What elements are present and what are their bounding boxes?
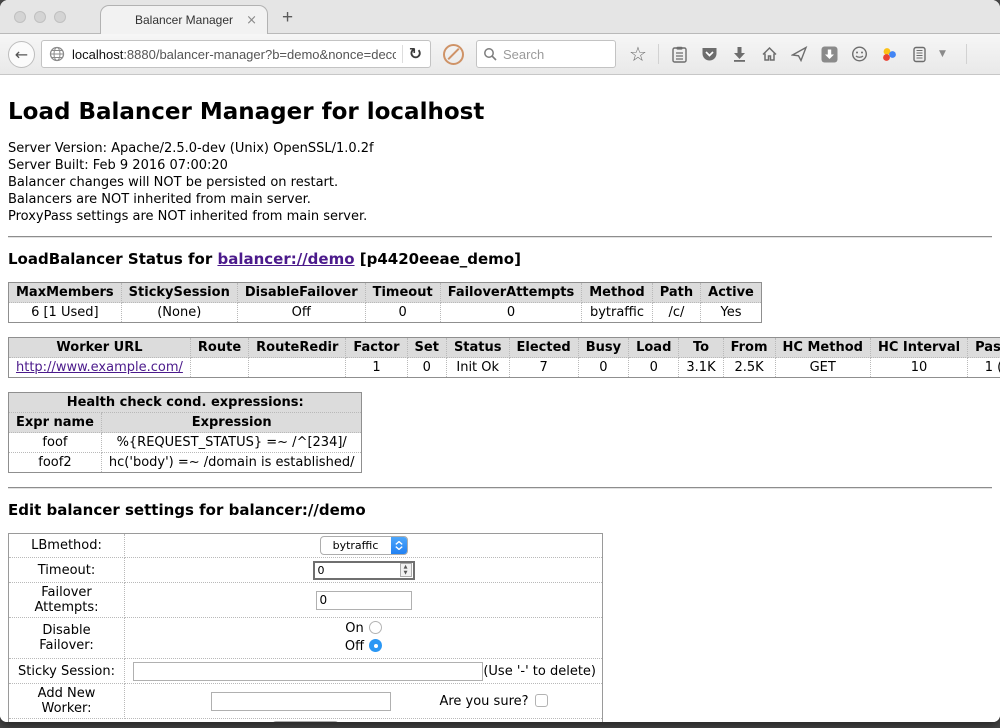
persist-note-line: Balancer changes will NOT be persisted o… <box>8 174 992 191</box>
forum-smiley-icon[interactable] <box>849 44 869 64</box>
downloads-icon[interactable] <box>729 44 749 64</box>
radio-off[interactable] <box>369 639 382 652</box>
lbmethod-row: LBmethod: bytraffic <box>9 534 603 558</box>
menu-icon[interactable] <box>977 44 995 64</box>
sticky-session-row: Sticky Session: (Use '-' to delete) <box>9 659 603 684</box>
content-blocker-icon[interactable] <box>443 44 464 65</box>
url-host: localhost <box>72 47 123 62</box>
sticky-session-hint: (Use '-' to delete) <box>483 664 596 679</box>
search-input[interactable] <box>503 47 603 62</box>
divider <box>8 236 992 238</box>
server-built-line: Server Built: Feb 9 2016 07:00:20 <box>8 157 992 174</box>
add-worker-row: Add New Worker: Are you sure? <box>9 684 603 719</box>
bookmark-star-icon[interactable]: ☆ <box>628 44 648 64</box>
page-title: Load Balancer Manager for localhost <box>8 75 992 125</box>
tab-close-icon[interactable]: × <box>246 14 257 27</box>
overflow-caret-icon[interactable]: ▼ <box>939 49 946 59</box>
session-manager-icon[interactable] <box>909 44 929 64</box>
radio-on[interactable] <box>369 621 382 634</box>
server-version-line: Server Version: Apache/2.5.0-dev (Unix) … <box>8 140 992 157</box>
site-identity-globe-icon[interactable] <box>49 46 65 62</box>
status-heading: LoadBalancer Status for balancer://demo … <box>8 250 992 268</box>
sticky-session-input[interactable] <box>133 662 483 681</box>
navigation-toolbar: ← localhost:8880/balancer-manager?b=demo… <box>0 34 1000 75</box>
pocket-icon[interactable] <box>699 44 719 64</box>
lbmethod-select[interactable]: bytraffic <box>320 536 408 555</box>
reload-button[interactable]: ↻ <box>409 46 422 62</box>
url-bar[interactable]: localhost:8880/balancer-manager?b=demo&n… <box>41 40 431 68</box>
tab-title: Balancer Manager <box>135 13 233 27</box>
add-worker-label: Add New Worker: <box>9 684 125 719</box>
balancer-status-table: MaxMembers StickySession DisableFailover… <box>8 282 762 323</box>
sticky-session-label: Sticky Session: <box>9 659 125 684</box>
home-icon[interactable] <box>759 44 779 64</box>
back-button[interactable]: ← <box>8 41 35 68</box>
balancer-demo-link[interactable]: balancer://demo <box>217 250 354 268</box>
table-header-row: Expr name Expression <box>9 413 362 433</box>
lbmethod-label: LBmethod: <box>9 534 125 558</box>
search-icon <box>483 47 497 61</box>
reading-list-icon[interactable] <box>669 44 689 64</box>
disable-failover-row: Disable Failover: On Off <box>9 618 603 659</box>
colored-dots-extension-icon[interactable] <box>879 44 899 64</box>
search-bar[interactable] <box>476 40 616 68</box>
are-you-sure-checkbox[interactable] <box>535 694 548 707</box>
table-row: http://www.example.com/ 1 0 Init Ok 7 0 … <box>9 358 1000 378</box>
table-row: foof %{REQUEST_STATUS} =~ /^[234]/ <box>9 433 362 453</box>
submit-row: Submit <box>9 719 603 723</box>
failover-attempts-label: Failover Attempts: <box>9 583 125 618</box>
balancer-settings-form: LBmethod: bytraffic Timeout: <box>8 533 603 722</box>
disable-failover-label: Disable Failover: <box>9 618 125 659</box>
lbmethod-selected-value: bytraffic <box>321 539 391 552</box>
send-tab-icon[interactable] <box>789 44 809 64</box>
url-path: :8880/balancer-manager?b=demo&nonce=decc… <box>123 47 395 62</box>
tab-balancer-manager[interactable]: Balancer Manager × <box>100 5 268 34</box>
radio-off-label: Off <box>345 639 364 654</box>
table-row: 6 [1 Used] (None) Off 0 0 bytraffic /c/ … <box>9 303 762 323</box>
extension-download-icon[interactable] <box>819 44 839 64</box>
zoom-window-button[interactable] <box>54 11 66 23</box>
inherit-note-line: Balancers are NOT inherited from main se… <box>8 191 992 208</box>
close-window-button[interactable] <box>14 11 26 23</box>
failover-attempts-input[interactable] <box>316 591 412 610</box>
page-content: Load Balancer Manager for localhost Serv… <box>0 75 1000 722</box>
table-header-row: Worker URL Route RouteRedir Factor Set S… <box>9 338 1000 358</box>
failover-attempts-row: Failover Attempts: <box>9 583 603 618</box>
health-check-table: Health check cond. expressions: Expr nam… <box>8 392 362 473</box>
proxypass-note-line: ProxyPass settings are NOT inherited fro… <box>8 208 992 225</box>
radio-on-label: On <box>345 621 363 636</box>
back-icon: ← <box>15 45 28 64</box>
window-controls <box>14 11 66 23</box>
tab-bar: Balancer Manager × + <box>0 0 1000 34</box>
divider <box>8 487 992 489</box>
timeout-row: Timeout: ▲▼ <box>9 558 603 583</box>
table-row: foof2 hc('body') =~ /domain is establish… <box>9 453 362 473</box>
toolbar-icons: ☆ <box>628 44 1000 64</box>
new-tab-button[interactable]: + <box>282 7 293 29</box>
timeout-input[interactable]: ▲▼ <box>313 561 415 580</box>
worker-table: Worker URL Route RouteRedir Factor Set S… <box>8 337 1000 378</box>
url-text[interactable]: localhost:8880/balancer-manager?b=demo&n… <box>72 47 396 62</box>
number-spinner-icon[interactable]: ▲▼ <box>400 563 412 577</box>
minimize-window-button[interactable] <box>34 11 46 23</box>
table-title-row: Health check cond. expressions: <box>9 393 362 413</box>
timeout-label: Timeout: <box>9 558 125 583</box>
server-info: Server Version: Apache/2.5.0-dev (Unix) … <box>8 140 992 225</box>
edit-settings-heading: Edit balancer settings for balancer://de… <box>8 501 992 519</box>
table-header-row: MaxMembers StickySession DisableFailover… <box>9 283 762 303</box>
browser-window: Balancer Manager × + ← localhost:8880/ba… <box>0 0 1000 722</box>
select-stepper-icon <box>391 536 407 555</box>
are-you-sure-label: Are you sure? <box>439 694 528 709</box>
worker-url-link[interactable]: http://www.example.com/ <box>16 360 183 375</box>
add-worker-input[interactable] <box>211 692 391 711</box>
submit-button[interactable]: Submit <box>272 721 339 722</box>
